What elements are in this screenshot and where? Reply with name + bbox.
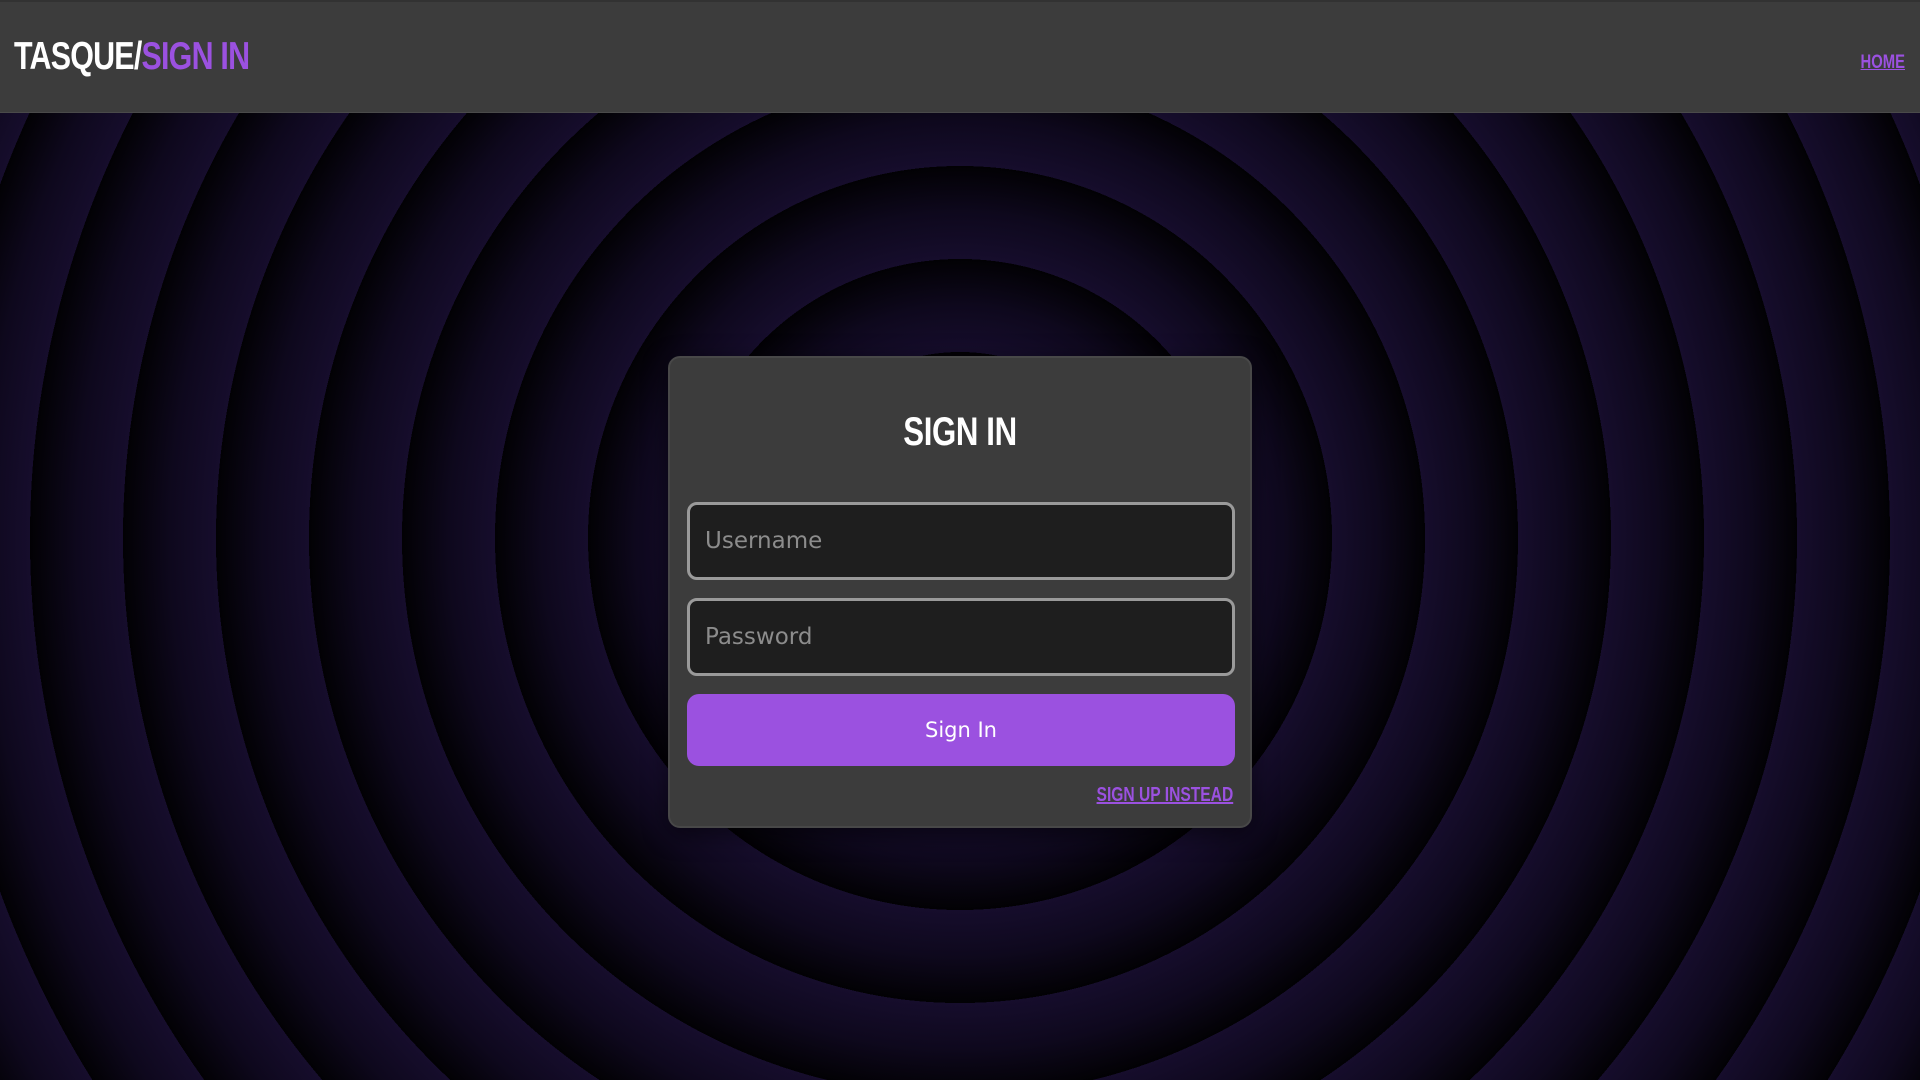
home-link[interactable]: HOME (1861, 52, 1905, 74)
app-name: TASQUE/ (14, 35, 142, 78)
current-page-label: SIGN IN (141, 35, 251, 78)
brand-breadcrumb: TASQUE/SIGN IN (14, 34, 251, 80)
sign-up-instead-link[interactable]: SIGN UP INSTEAD (1096, 784, 1233, 807)
sign-in-button[interactable]: Sign In (687, 694, 1235, 766)
signin-title: SIGN IN (903, 410, 1017, 454)
username-input[interactable] (687, 502, 1235, 580)
page: TASQUE/SIGN IN HOME SIGN IN Sign In SIGN… (0, 0, 1920, 1080)
signin-card: SIGN IN Sign In SIGN UP INSTEAD (668, 356, 1252, 828)
password-input[interactable] (687, 598, 1235, 676)
top-navbar: TASQUE/SIGN IN HOME (0, 0, 1920, 113)
